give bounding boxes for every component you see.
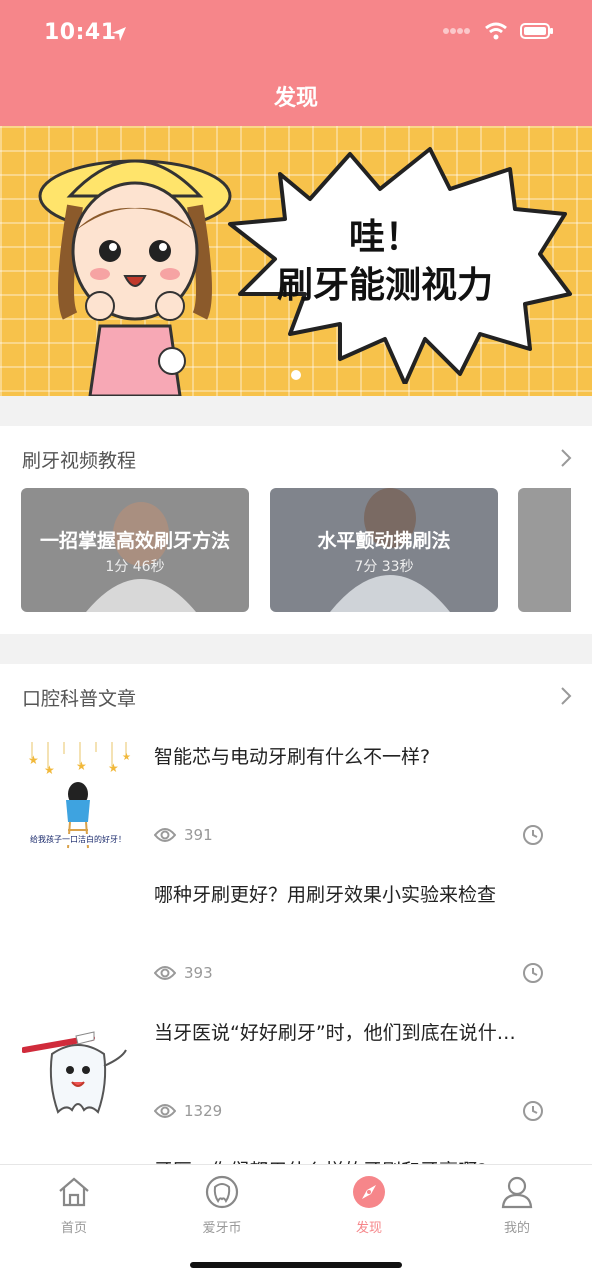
video-title: 一招掌握高效刷牙方法: [39, 530, 230, 552]
video-title: 水平颤动拂刷法: [317, 530, 451, 552]
tab-discover[interactable]: 发现: [319, 1175, 419, 1236]
wifi-icon: [485, 22, 507, 40]
banner-headline-2: 刷牙能测视力: [276, 265, 493, 306]
svg-text:★: ★: [108, 761, 119, 775]
chevron-right-icon[interactable]: [560, 686, 572, 706]
section-divider: [0, 634, 592, 664]
article-title: 当牙医说“好好刷牙”时，他们到底在说什…: [154, 1022, 516, 1044]
svg-text:★: ★: [28, 753, 39, 767]
video-card[interactable]: 水平颤动拂刷法 7分 33秒: [270, 488, 498, 612]
view-count-value: 393: [184, 964, 213, 982]
tab-tooth-coin[interactable]: 爱牙币: [172, 1175, 272, 1236]
video-duration: 1分 46秒: [105, 559, 165, 575]
article-item[interactable]: 哪种牙刷更好？用刷牙效果小实验来检查 393: [0, 876, 592, 1014]
carousel-indicator[interactable]: [291, 370, 301, 380]
article-title: 智能芯与电动牙刷有什么不一样?: [154, 746, 431, 768]
svg-text:★: ★: [44, 763, 55, 777]
view-count: 1329: [154, 1102, 222, 1120]
promo-banner[interactable]: 哇！ 刷牙能测视力: [0, 126, 592, 396]
header-bar: 10:41 发现: [0, 0, 592, 126]
clock-icon: [523, 1101, 543, 1121]
view-count-value: 1329: [184, 1102, 223, 1120]
clock-icon: [523, 963, 543, 983]
page-title: 发现: [273, 86, 318, 111]
presenter-thumbnail: [86, 502, 196, 612]
home-icon: [59, 1177, 89, 1207]
video-section-title: 刷牙视频教程: [22, 450, 137, 472]
location-arrow-icon: [112, 27, 126, 41]
banner-headline-1: 哇！: [348, 217, 421, 258]
tooth-mascot-image: [21, 1014, 134, 1126]
article-item[interactable]: 当牙医说“好好刷牙”时，他们到底在说什… 1329: [0, 1014, 592, 1152]
tab-profile[interactable]: 我的: [467, 1175, 567, 1236]
tab-label: 发现: [355, 1221, 382, 1236]
video-card-partial[interactable]: [518, 488, 571, 612]
battery-icon: [520, 23, 553, 39]
status-time: 10:41: [44, 20, 117, 45]
section-divider: [0, 396, 592, 426]
thumbnail-caption: 给我孩子一口洁白的好牙！: [22, 834, 134, 845]
article-title: 哪种牙刷更好？用刷牙效果小实验来检查: [154, 884, 497, 906]
compass-icon: [353, 1176, 385, 1208]
article-thumbnail: ★ ★ ★ ★ ★ 给我孩子一口洁白的好牙！: [22, 738, 134, 850]
eye-icon: [154, 966, 176, 980]
tab-home[interactable]: 首页: [24, 1175, 124, 1236]
user-icon: [501, 1176, 533, 1209]
view-count-value: 391: [184, 826, 213, 844]
video-duration: 7分 33秒: [354, 559, 414, 575]
girl-illustration: [38, 159, 232, 396]
article-item[interactable]: ★ ★ ★ ★ ★ 给我孩子一口洁白的好牙！ 智能芯与电动牙刷有什么不一样? 391: [0, 738, 592, 876]
clock-icon: [523, 825, 543, 845]
svg-text:★: ★: [76, 759, 87, 773]
tooth-coin-icon: [205, 1175, 239, 1209]
svg-text:★: ★: [122, 752, 131, 763]
eye-icon: [154, 828, 176, 842]
chevron-right-icon[interactable]: [560, 448, 572, 468]
status-indicators: [442, 22, 554, 40]
tab-label: 爱牙币: [202, 1221, 242, 1236]
view-count: 393: [154, 964, 213, 982]
eye-icon: [154, 1104, 176, 1118]
video-card[interactable]: 一招掌握高效刷牙方法 1分 46秒: [21, 488, 249, 612]
article-thumbnail: [21, 1014, 134, 1126]
tab-label: 我的: [503, 1221, 530, 1236]
signal-dots-icon: [443, 28, 470, 34]
article-section-title: 口腔科普文章: [22, 688, 137, 710]
home-indicator[interactable]: [190, 1262, 402, 1268]
tab-label: 首页: [60, 1221, 87, 1236]
view-count: 391: [154, 826, 213, 844]
